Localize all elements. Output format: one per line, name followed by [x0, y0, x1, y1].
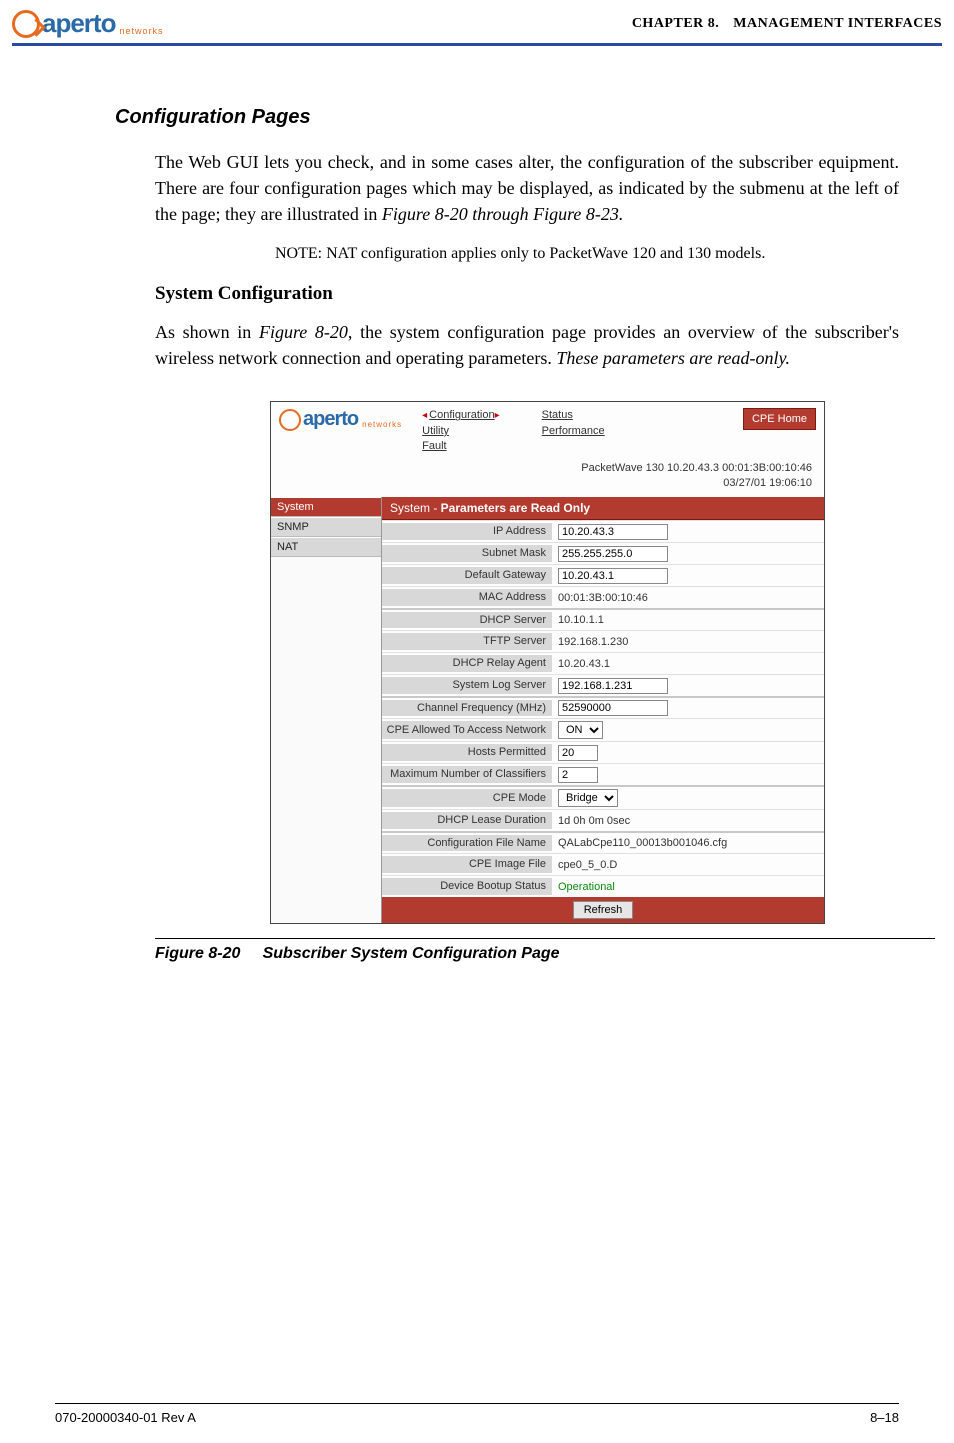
panel-title-b: Parameters are Read Only [441, 501, 590, 515]
figure-logo-icon [279, 409, 301, 431]
figure-nav-tabs: ◂Configuration▸ Utility Fault Status Per… [422, 408, 604, 454]
field-maxcls[interactable] [558, 767, 598, 783]
sidebar-item-snmp[interactable]: SNMP [271, 517, 381, 537]
sidebar-item-nat[interactable]: NAT [271, 537, 381, 557]
label-mask: Subnet Mask [382, 545, 552, 562]
label-gw: Default Gateway [382, 567, 552, 584]
field-freq[interactable] [558, 700, 668, 716]
value-tftp: 192.168.1.230 [552, 636, 628, 648]
value-mac: 00:01:3B:00:10:46 [552, 592, 648, 604]
label-dhcp: DHCP Server [382, 612, 552, 628]
footer-docid: 070-20000340-01 Rev A [55, 1410, 196, 1425]
field-syslog[interactable] [558, 678, 668, 694]
label-hosts: Hosts Permitted [382, 744, 552, 761]
note-text: NAT configuration applies only to Packet… [326, 245, 765, 262]
tab-configuration[interactable]: Configuration [429, 409, 494, 421]
figure-tab-col2: Status Performance [542, 408, 605, 454]
subsection-title: System Configuration [155, 283, 899, 305]
chapter-label: CHAPTER 8. MANAGEMENT INTERFACES [632, 16, 942, 32]
caption-text: Subscriber System Configuration Page [263, 945, 560, 962]
value-relay: 10.20.43.1 [552, 658, 610, 670]
device-info-line1: PacketWave 130 10.20.43.3 00:01:3B:00:10… [271, 461, 812, 476]
figure-caption: Figure 8-20 Subscriber System Configurat… [155, 945, 899, 963]
figure-topbar: aperto networks ◂Configuration▸ Utility … [271, 402, 824, 456]
panel-title-a: System - [390, 501, 441, 515]
chapter-number: CHAPTER 8. [632, 16, 719, 31]
tab-marker-icon: ▸ [495, 410, 500, 421]
value-boot: Operational [552, 881, 615, 893]
figure-logo: aperto networks [279, 408, 402, 431]
figure-sidebar: System SNMP NAT [271, 497, 381, 923]
label-boot: Device Bootup Status [382, 878, 552, 895]
field-gw[interactable] [558, 568, 668, 584]
note-row: NOTE: NAT configuration applies only to … [275, 245, 899, 263]
value-lease: 1d 0h 0m 0sec [552, 815, 630, 827]
select-mode[interactable]: Bridge [558, 789, 618, 807]
para1-figref: Figure 8-20 through Figure 8-23. [382, 204, 623, 224]
figure-logo-sub: networks [362, 420, 402, 429]
caption-rule [155, 938, 935, 939]
label-mac: MAC Address [382, 589, 552, 606]
panel-title: System - Parameters are Read Only [382, 497, 824, 520]
section-title: Configuration Pages [115, 106, 899, 129]
label-maxcls: Maximum Number of Classifiers [382, 766, 552, 783]
intro-paragraph: The Web GUI lets you check, and in some … [155, 149, 899, 227]
label-tftp: TFTP Server [382, 633, 552, 650]
value-imgfile: cpe0_5_0.D [552, 859, 617, 871]
value-cfgfile: QALabCpe110_00013b001046.cfg [552, 837, 727, 849]
system-config-paragraph: As shown in Figure 8-20, the system conf… [155, 319, 899, 371]
logo-icon [12, 10, 40, 38]
tab-utility[interactable]: Utility [422, 424, 502, 439]
footer-pagenum: 8–18 [870, 1410, 899, 1425]
content-area: Configuration Pages The Web GUI lets you… [0, 46, 954, 963]
tab-performance[interactable]: Performance [542, 424, 605, 439]
page-footer: 070-20000340-01 Rev A 8–18 [0, 1403, 954, 1425]
caption-ref: Figure 8-20 [155, 945, 240, 962]
figure-screenshot: aperto networks ◂Configuration▸ Utility … [270, 401, 825, 924]
sidebar-item-system[interactable]: System [271, 497, 381, 517]
label-relay: DHCP Relay Agent [382, 655, 552, 672]
chapter-title: MANAGEMENT INTERFACES [733, 16, 942, 31]
label-allow: CPE Allowed To Access Network [382, 721, 552, 739]
label-freq: Channel Frequency (MHz) [382, 700, 552, 716]
label-imgfile: CPE Image File [382, 856, 552, 873]
tab-status[interactable]: Status [542, 408, 605, 423]
note-prefix: NOTE: [275, 245, 326, 262]
figure-logo-text: aperto [303, 408, 358, 431]
para2-figref: Figure 8-20 [259, 322, 348, 342]
device-info-line2: 03/27/01 19:06:10 [271, 476, 812, 491]
footer-rule [55, 1403, 899, 1404]
logo: aperto networks [12, 8, 163, 39]
cpe-home-button[interactable]: CPE Home [743, 408, 816, 430]
tab-fault[interactable]: Fault [422, 439, 502, 454]
label-mode: CPE Mode [382, 789, 552, 807]
label-cfgfile: Configuration File Name [382, 835, 552, 851]
label-lease: DHCP Lease Duration [382, 812, 552, 829]
field-hosts[interactable] [558, 745, 598, 761]
value-dhcp: 10.10.1.1 [552, 614, 604, 626]
figure-tab-col1: ◂Configuration▸ Utility Fault [422, 408, 502, 454]
logo-subtext: networks [119, 26, 163, 36]
refresh-bar: Refresh [382, 897, 824, 923]
para2-readonly: These parameters are read-only. [556, 348, 790, 368]
label-syslog: System Log Server [382, 677, 552, 694]
field-ip[interactable] [558, 524, 668, 540]
label-ip: IP Address [382, 523, 552, 540]
page-header: aperto networks CHAPTER 8. MANAGEMENT IN… [0, 0, 954, 43]
figure-device-info: PacketWave 130 10.20.43.3 00:01:3B:00:10… [271, 457, 824, 498]
para2-a: As shown in [155, 322, 259, 342]
figure-body: System SNMP NAT System - Parameters are … [271, 497, 824, 923]
logo-text: aperto [42, 8, 115, 39]
refresh-button[interactable]: Refresh [573, 901, 634, 919]
select-allow[interactable]: ON [558, 721, 603, 739]
figure-main-panel: System - Parameters are Read Only IP Add… [381, 497, 824, 923]
field-mask[interactable] [558, 546, 668, 562]
tab-marker-icon: ◂ [422, 410, 427, 421]
